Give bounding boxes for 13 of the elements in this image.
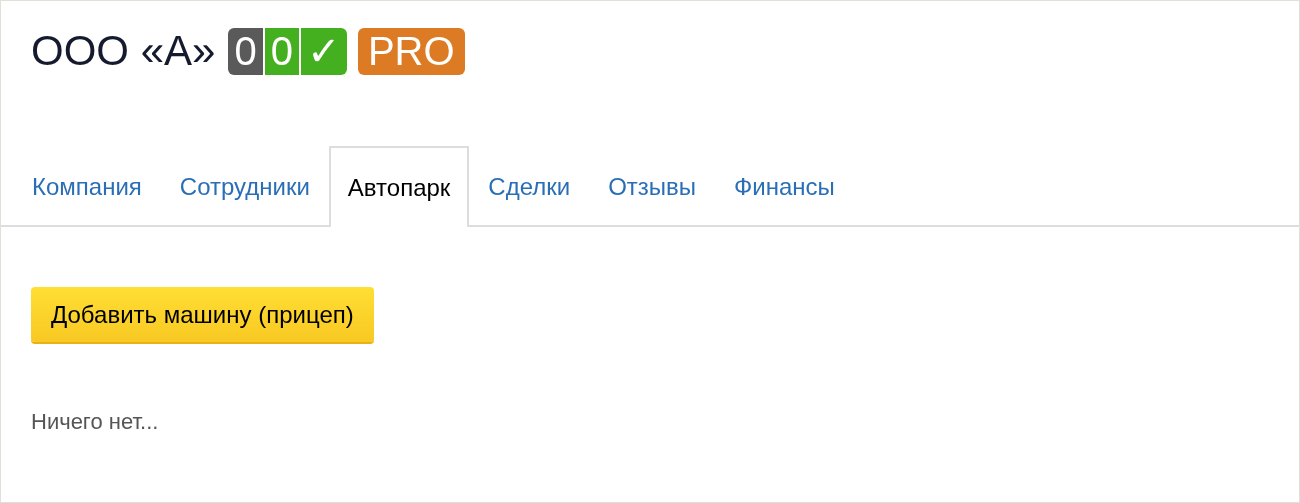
- tab[interactable]: Финансы: [715, 146, 854, 225]
- tab[interactable]: Компания: [13, 146, 161, 225]
- company-title: ООО «А»: [31, 27, 216, 75]
- status-badge: 0: [228, 27, 263, 75]
- tab[interactable]: Сотрудники: [160, 146, 329, 225]
- status-badge: ✓: [300, 27, 347, 75]
- empty-message: Ничего нет...: [31, 409, 160, 435]
- tab[interactable]: Отзывы: [589, 146, 716, 225]
- status-badge: 0: [264, 27, 299, 75]
- tab[interactable]: Сделки: [469, 146, 590, 225]
- add-vehicle-button[interactable]: Добавить машину (прицеп): [31, 287, 374, 342]
- tab[interactable]: Автопарк: [328, 146, 470, 227]
- plan-badge: PRO: [357, 27, 465, 75]
